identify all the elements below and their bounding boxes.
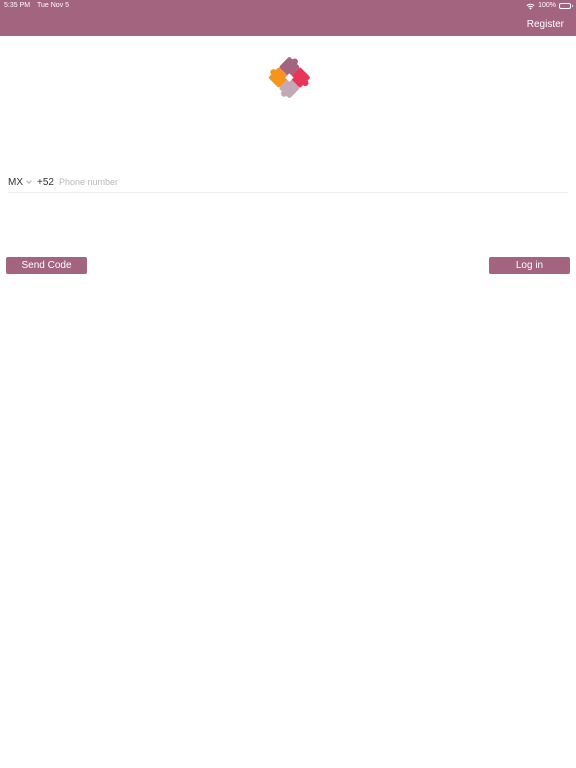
- status-time: 5:35 PM: [4, 2, 31, 9]
- register-link[interactable]: Register: [527, 19, 564, 31]
- phone-number-input[interactable]: [58, 177, 359, 187]
- battery-icon: [559, 3, 573, 9]
- status-date: Tue Nov 5: [37, 2, 70, 9]
- top-bar: 5:35 PM Tue Nov 5 100% Register: [0, 0, 576, 36]
- wifi-icon: [526, 3, 535, 10]
- country-code: MX: [8, 176, 23, 188]
- phone-row: MX +52: [8, 172, 568, 193]
- status-bar: 5:35 PM Tue Nov 5 100%: [0, 0, 576, 12]
- app-logo-icon: [269, 57, 310, 98]
- battery-percent: 100%: [538, 2, 556, 9]
- status-right: 100%: [526, 0, 573, 12]
- login-button[interactable]: Log in: [489, 257, 570, 274]
- chevron-down-icon: [26, 177, 32, 184]
- dial-code: +52: [37, 176, 54, 188]
- country-selector[interactable]: MX: [8, 176, 32, 188]
- send-code-button[interactable]: Send Code: [6, 257, 87, 274]
